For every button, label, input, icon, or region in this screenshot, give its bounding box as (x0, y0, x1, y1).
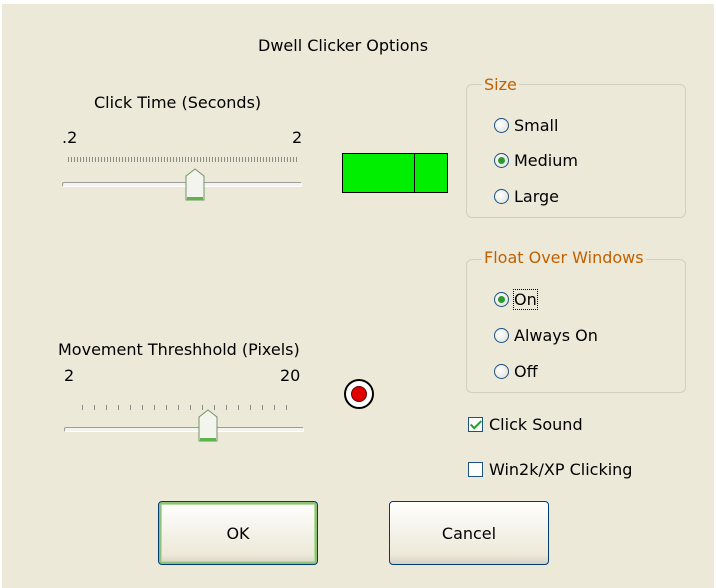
movement-ticks (82, 405, 287, 410)
size-option-large[interactable]: Large (494, 187, 559, 206)
click-time-label: Click Time (Seconds) (94, 93, 262, 112)
win2k-clicking-label: Win2k/XP Clicking (489, 460, 633, 479)
movement-track[interactable] (64, 427, 304, 432)
size-option-medium-label: Medium (514, 151, 578, 170)
size-option-large-label: Large (514, 187, 560, 206)
click-sound-label: Click Sound (489, 415, 583, 434)
dwell-clicker-options-dialog: Dwell Clicker Options Click Time (Second… (2, 4, 714, 588)
radio-on[interactable] (494, 292, 509, 307)
movement-min-label: 2 (64, 366, 75, 385)
dialog-title: Dwell Clicker Options (258, 36, 429, 55)
radio-always-on[interactable] (494, 328, 509, 343)
movement-max-label: 20 (280, 366, 301, 385)
dwell-size-preview (342, 153, 448, 193)
size-option-small[interactable]: Small (494, 116, 558, 135)
dwell-target-icon (344, 379, 374, 409)
float-option-off[interactable]: Off (494, 362, 538, 381)
click-time-min-label: .2 (62, 128, 78, 147)
float-option-always-on-label: Always On (514, 326, 598, 345)
click-sound-checkbox-row[interactable]: Click Sound (468, 415, 583, 434)
cancel-button[interactable]: Cancel (389, 501, 549, 565)
size-option-small-label: Small (514, 116, 559, 135)
float-option-on-label: On (513, 289, 538, 310)
float-option-off-label: Off (514, 362, 538, 381)
movement-slider-thumb[interactable] (198, 409, 218, 443)
radio-off[interactable] (494, 364, 509, 379)
click-time-slider-thumb[interactable] (185, 168, 205, 202)
float-option-always-on[interactable]: Always On (494, 326, 598, 345)
click-sound-checkbox[interactable] (468, 417, 483, 432)
preview-divider (414, 154, 415, 192)
float-option-on[interactable]: On (494, 289, 538, 310)
radio-large[interactable] (494, 189, 509, 204)
movement-label: Movement Threshhold (Pixels) (58, 340, 300, 359)
click-time-max-label: 2 (292, 128, 303, 147)
size-group-legend: Size (482, 75, 519, 94)
win2k-clicking-checkbox-row[interactable]: Win2k/XP Clicking (468, 460, 632, 479)
win2k-clicking-checkbox[interactable] (468, 462, 483, 477)
size-option-medium[interactable]: Medium (494, 151, 578, 170)
click-time-ticks (68, 157, 297, 162)
radio-small[interactable] (494, 118, 509, 133)
radio-medium[interactable] (494, 153, 509, 168)
float-group-legend: Float Over Windows (482, 248, 646, 267)
ok-button[interactable]: OK (158, 501, 318, 565)
click-time-track[interactable] (62, 182, 302, 187)
